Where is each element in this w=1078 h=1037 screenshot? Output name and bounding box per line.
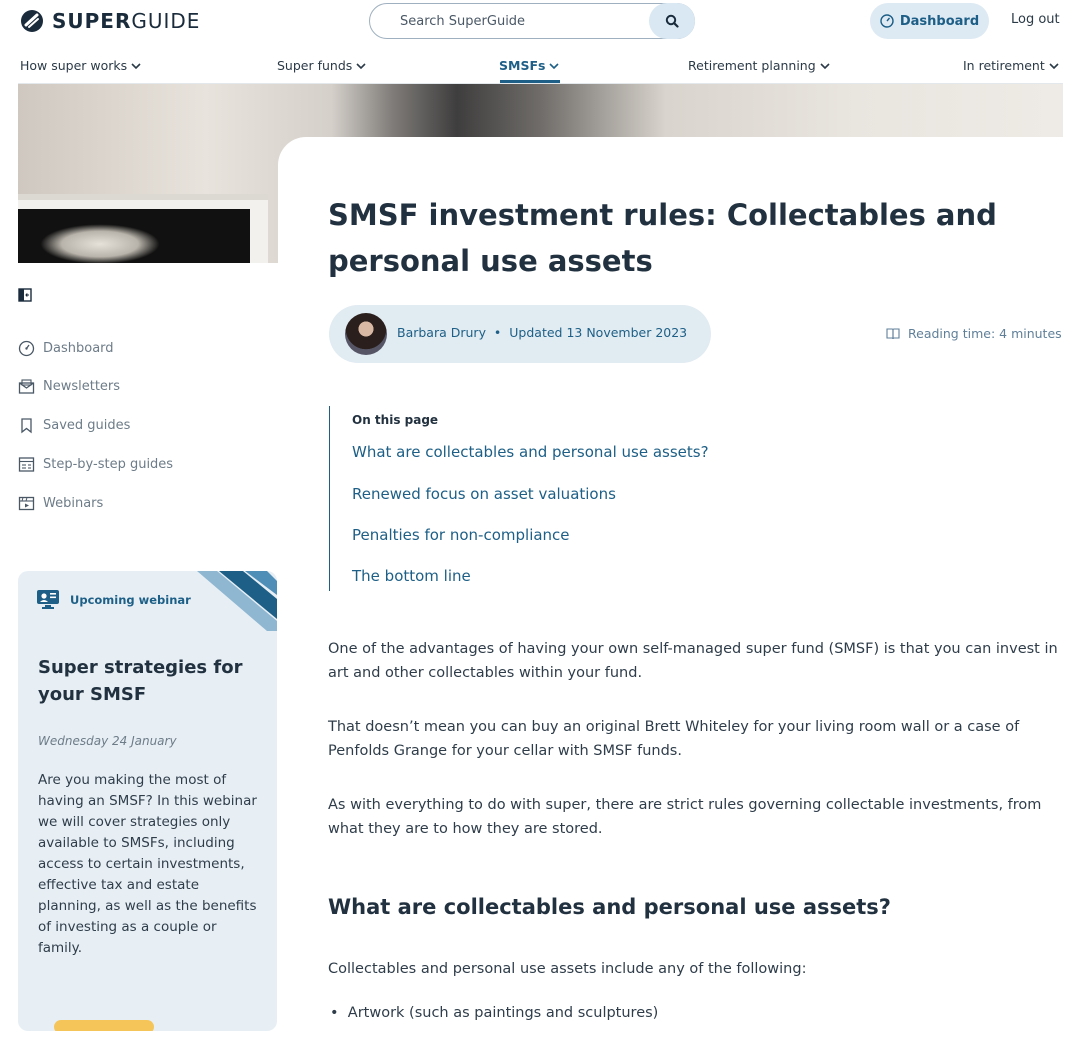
nav-item-label: In retirement — [963, 58, 1045, 73]
toc-link[interactable]: The bottom line — [352, 567, 471, 585]
nav-item-smsfs[interactable]: SMSFs — [499, 58, 560, 73]
webinar-title: Super strategies for your SMSF — [38, 657, 243, 705]
chevron-down-icon — [131, 62, 141, 69]
dashboard-gauge-icon — [880, 14, 894, 28]
toc-link[interactable]: What are collectables and personal use a… — [352, 443, 709, 461]
superguide-logo[interactable]: SUPERGUIDE — [20, 9, 200, 33]
sidebar-item-label: Dashboard — [43, 341, 114, 356]
sidebar-item-saved-guides[interactable]: Saved guides — [18, 417, 130, 434]
sidebar-item-newsletters[interactable]: Newsletters — [18, 378, 120, 395]
chevron-down-icon — [356, 62, 366, 69]
chevron-down-icon — [549, 62, 560, 69]
sidebar-item-label: Saved guides — [43, 418, 131, 433]
dashboard-button[interactable]: Dashboard — [870, 3, 989, 39]
logo-mark-icon — [21, 10, 43, 32]
author-name[interactable]: Barbara Drury — [397, 325, 486, 340]
section-heading: What are collectables and personal use a… — [328, 895, 891, 919]
hero-artwork-detail — [40, 224, 160, 263]
dashboard-gauge-icon — [18, 340, 35, 357]
article-paragraph: As with everything to do with super, the… — [328, 797, 1042, 837]
bookmark-icon — [21, 418, 32, 434]
site-header: SUPERGUIDE Dashboard Log out — [0, 0, 1078, 44]
webinar-badge-label: Upcoming webinar — [70, 593, 191, 607]
upcoming-webinar-card[interactable]: Upcoming webinar Super strategies for yo… — [18, 571, 277, 1031]
byline-separator: • — [489, 325, 506, 340]
nav-item-how-super-works[interactable]: How super works — [20, 58, 141, 73]
nav-item-label: Super funds — [277, 58, 353, 73]
nav-item-label: How super works — [20, 58, 128, 73]
chevron-down-icon — [1049, 62, 1059, 69]
nav-item-super-funds[interactable]: Super funds — [277, 58, 366, 73]
webinar-description: Are you making the most of having an SMS… — [38, 772, 257, 956]
chevron-down-icon — [820, 62, 830, 69]
webinar-badge: Upcoming webinar — [36, 589, 191, 611]
sidebar-item-step-by-step-guides[interactable]: Step-by-step guides — [18, 456, 173, 473]
dashboard-button-label: Dashboard — [899, 13, 980, 29]
sidebar-item-label: Newsletters — [43, 379, 121, 394]
nav-item-label: Retirement planning — [688, 58, 816, 73]
table-of-contents: On this page What are collectables and p… — [329, 406, 829, 591]
reading-time-label: Reading time: 4 minutes — [908, 326, 1062, 341]
webinar-icon — [18, 496, 35, 511]
search-box — [369, 3, 695, 39]
newsletter-icon — [18, 379, 35, 394]
search-icon — [665, 14, 679, 28]
webinar-presenter-icon — [37, 590, 59, 609]
sidebar-item-webinars[interactable]: Webinars — [18, 495, 103, 512]
sidebar-item-dashboard[interactable]: Dashboard — [18, 340, 114, 357]
article-paragraph: That doesn’t mean you can buy an origina… — [328, 719, 1020, 759]
sidebar-collapse-icon[interactable] — [18, 288, 32, 302]
search-button[interactable] — [649, 3, 695, 39]
sidebar-item-label: Webinars — [43, 496, 104, 511]
list-item-text: Artwork (such as paintings and sculpture… — [347, 1005, 659, 1021]
book-icon — [886, 327, 900, 339]
logo-wordmark: SUPERGUIDE — [52, 9, 201, 33]
nav-item-in-retirement[interactable]: In retirement — [963, 58, 1059, 73]
updated-date: Updated 13 November 2023 — [509, 325, 688, 340]
webinar-register-button[interactable] — [54, 1020, 154, 1031]
author-avatar — [345, 313, 387, 355]
main-nav: How super works Super funds SMSFs Retire… — [0, 52, 1078, 83]
byline-text: Barbara Drury • Updated 13 November 2023 — [397, 325, 687, 340]
toc-link[interactable]: Penalties for non-compliance — [352, 526, 570, 544]
sidebar-item-label: Step-by-step guides — [43, 457, 174, 472]
reading-time: Reading time: 4 minutes — [886, 326, 1062, 341]
toc-link[interactable]: Renewed focus on asset valuations — [352, 485, 616, 503]
checklist-icon — [18, 457, 35, 472]
author-byline: Barbara Drury • Updated 13 November 2023 — [329, 305, 711, 363]
article-paragraph: One of the advantages of having your own… — [328, 641, 1058, 681]
logout-link[interactable]: Log out — [1011, 12, 1060, 27]
toc-title: On this page — [352, 413, 439, 427]
list-item: • Artwork (such as paintings and sculptu… — [330, 1005, 659, 1021]
search-input[interactable] — [388, 4, 648, 38]
nav-item-label: SMSFs — [499, 58, 546, 73]
webinar-date: Wednesday 24 January — [38, 734, 177, 748]
section-intro: Collectables and personal use assets inc… — [328, 961, 807, 977]
nav-item-retirement-planning[interactable]: Retirement planning — [688, 58, 830, 73]
article-title: SMSF investment rules: Collectables and … — [328, 198, 997, 278]
